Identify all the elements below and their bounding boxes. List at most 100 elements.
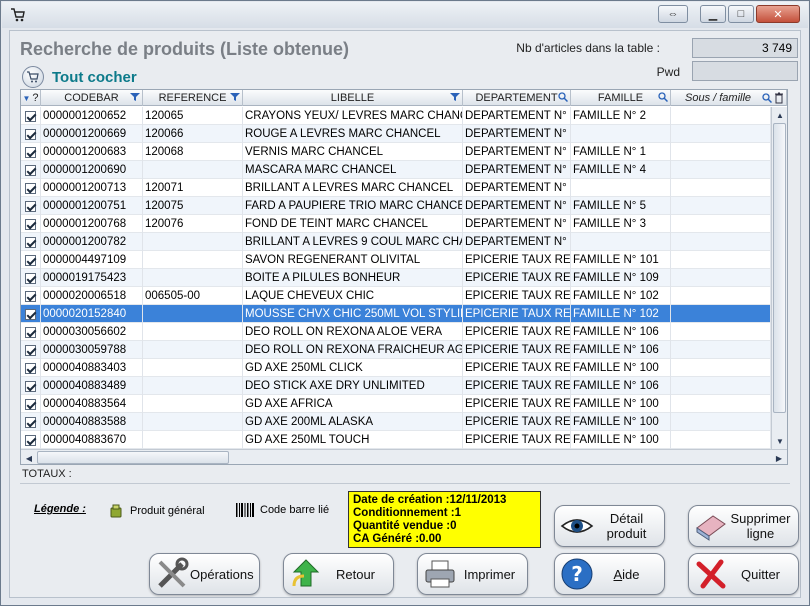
- table-row[interactable]: 0000001200751 120075 FARD A PAUPIERE TRIO …: [21, 197, 771, 215]
- col-header-check[interactable]: ▼ ?: [21, 90, 41, 106]
- table-row[interactable]: 0000040883670 GD AXE 250ML TOUCH EPICERIE …: [21, 431, 771, 449]
- operations-button[interactable]: Opérations: [149, 553, 260, 595]
- row-checkbox[interactable]: [21, 305, 41, 323]
- eraser-icon: [696, 515, 726, 541]
- row-checkbox[interactable]: [21, 251, 41, 269]
- cell-reference: [143, 161, 243, 179]
- title-bar: ⇔ ▁ □ ✕: [2, 2, 808, 28]
- cell-reference: [143, 413, 243, 431]
- checkbox-checked-icon: [25, 182, 36, 194]
- cell-libelle: MOUSSE CHVX CHIC 250ML VOL STYLING: [243, 305, 463, 323]
- scroll-left-icon[interactable]: ◀: [21, 450, 37, 464]
- table-body: 0000001200652 120065 CRAYONS YEUX/ LEVRES …: [21, 107, 771, 449]
- print-button[interactable]: Imprimer: [417, 553, 528, 595]
- table-row[interactable]: 0000030059788 DEO ROLL ON REXONA FRAICHEU…: [21, 341, 771, 359]
- pwd-field[interactable]: [692, 61, 798, 81]
- minimize-button[interactable]: ▁: [700, 5, 726, 23]
- checkbox-checked-icon: [25, 272, 36, 284]
- col-header-sous-famille[interactable]: Sous / famille: [671, 90, 787, 106]
- table-row[interactable]: 0000001200690 MASCARA MARC CHANCEL DEPARTE…: [21, 161, 771, 179]
- table-row[interactable]: 0000001200713 120071 BRILLANT A LEVRES MAR…: [21, 179, 771, 197]
- row-checkbox[interactable]: [21, 359, 41, 377]
- cell-famille: FAMILLE N° 100: [571, 359, 671, 377]
- help-icon: ?: [561, 558, 593, 590]
- cell-libelle: GD AXE AFRICA: [243, 395, 463, 413]
- row-checkbox[interactable]: [21, 161, 41, 179]
- col-header-codebar[interactable]: CODEBAR: [41, 90, 143, 106]
- table-row[interactable]: 0000004497109 SAVON REGENERANT OLIVITAL EP…: [21, 251, 771, 269]
- table-row[interactable]: 0000040883489 DEO STICK AXE DRY UNLIMITED…: [21, 377, 771, 395]
- cell-reference: [143, 395, 243, 413]
- help-button[interactable]: ? Aide: [554, 553, 665, 595]
- col-header-departement[interactable]: DEPARTEMENT: [463, 90, 571, 106]
- row-checkbox[interactable]: [21, 143, 41, 161]
- cell-sous-famille: [671, 359, 771, 377]
- select-all-button[interactable]: Tout cocher: [22, 66, 137, 88]
- table-row[interactable]: 0000020006518 006505-00 LAQUE CHEVEUX CHIC…: [21, 287, 771, 305]
- vertical-scrollbar[interactable]: ▲ ▼: [771, 107, 787, 449]
- table-row[interactable]: 0000001200669 120066 ROUGE A LEVRES MARC C…: [21, 125, 771, 143]
- cell-sous-famille: [671, 395, 771, 413]
- scroll-right-icon[interactable]: ▶: [771, 450, 787, 464]
- cell-reference: 006505-00: [143, 287, 243, 305]
- cell-libelle: GD AXE 250ML TOUCH: [243, 431, 463, 449]
- cell-sous-famille: [671, 377, 771, 395]
- legend-label: Légende :: [34, 503, 86, 515]
- detail-product-button[interactable]: Détail produit: [554, 505, 665, 547]
- table-row[interactable]: 0000001200683 120068 VERNIS MARC CHANCEL DE…: [21, 143, 771, 161]
- table-row[interactable]: 0000030056602 DEO ROLL ON REXONA ALOE VER…: [21, 323, 771, 341]
- col-header-reference[interactable]: REFERENCE: [143, 90, 243, 106]
- cell-reference: 120071: [143, 179, 243, 197]
- cell-famille: FAMILLE N° 102: [571, 305, 671, 323]
- maximize-button[interactable]: □: [728, 5, 754, 23]
- checkbox-checked-icon: [25, 380, 36, 392]
- row-checkbox[interactable]: [21, 269, 41, 287]
- return-button[interactable]: Retour: [283, 553, 394, 595]
- row-checkbox[interactable]: [21, 215, 41, 233]
- row-checkbox[interactable]: [21, 377, 41, 395]
- cell-libelle: FARD A PAUPIERE TRIO MARC CHANCEL: [243, 197, 463, 215]
- cell-departement: EPICERIE TAUX RED: [463, 305, 571, 323]
- cell-departement: EPICERIE TAUX RED: [463, 395, 571, 413]
- table-row[interactable]: 0000040883564 GD AXE AFRICA EPICERIE TAUX …: [21, 395, 771, 413]
- row-checkbox[interactable]: [21, 287, 41, 305]
- table-row[interactable]: 0000040883588 GD AXE 200ML ALASKA EPICERIE…: [21, 413, 771, 431]
- delete-line-button[interactable]: Supprimer ligne: [688, 505, 799, 547]
- switch-window-button[interactable]: ⇔: [658, 5, 688, 23]
- scroll-up-icon[interactable]: ▲: [772, 107, 787, 123]
- row-checkbox[interactable]: [21, 197, 41, 215]
- row-checkbox[interactable]: [21, 431, 41, 449]
- row-checkbox[interactable]: [21, 233, 41, 251]
- horizontal-scrollbar[interactable]: ◀ ▶: [21, 449, 787, 464]
- vertical-scroll-thumb[interactable]: [773, 123, 786, 413]
- cell-sous-famille: [671, 161, 771, 179]
- row-checkbox[interactable]: [21, 179, 41, 197]
- row-checkbox[interactable]: [21, 323, 41, 341]
- col-header-libelle[interactable]: LIBELLE: [243, 90, 463, 106]
- table-row[interactable]: 0000001200768 120076 FOND DE TEINT MARC CH…: [21, 215, 771, 233]
- scroll-down-icon[interactable]: ▼: [772, 433, 787, 449]
- close-button[interactable]: ✕: [756, 5, 800, 23]
- row-checkbox[interactable]: [21, 395, 41, 413]
- table-row[interactable]: 0000001200782 BRILLANT A LEVRES 9 COUL MA…: [21, 233, 771, 251]
- col-header-famille[interactable]: FAMILLE: [571, 90, 671, 106]
- search-icon: [658, 92, 668, 102]
- quit-button[interactable]: Quitter: [688, 553, 799, 595]
- row-checkbox[interactable]: [21, 125, 41, 143]
- checkbox-checked-icon: [25, 128, 36, 140]
- table-row[interactable]: 0000001200652 120065 CRAYONS YEUX/ LEVRES …: [21, 107, 771, 125]
- row-checkbox[interactable]: [21, 107, 41, 125]
- cell-codebar: 0000004497109: [41, 251, 143, 269]
- cell-sous-famille: [671, 305, 771, 323]
- row-checkbox[interactable]: [21, 341, 41, 359]
- table-row[interactable]: 0000020152840 MOUSSE CHVX CHIC 250ML VOL …: [21, 305, 771, 323]
- table-row[interactable]: 0000040883403 GD AXE 250ML CLICK EPICERIE …: [21, 359, 771, 377]
- cell-codebar: 0000001200751: [41, 197, 143, 215]
- cell-libelle: DEO ROLL ON REXONA ALOE VERA: [243, 323, 463, 341]
- switch-icon: ⇔: [667, 8, 679, 20]
- table-row[interactable]: 0000019175423 BOITE A PILULES BONHEUR EPIC…: [21, 269, 771, 287]
- horizontal-scroll-thumb[interactable]: [37, 451, 229, 464]
- cell-departement: DEPARTEMENT N° 1: [463, 215, 571, 233]
- row-checkbox[interactable]: [21, 413, 41, 431]
- cell-reference: [143, 359, 243, 377]
